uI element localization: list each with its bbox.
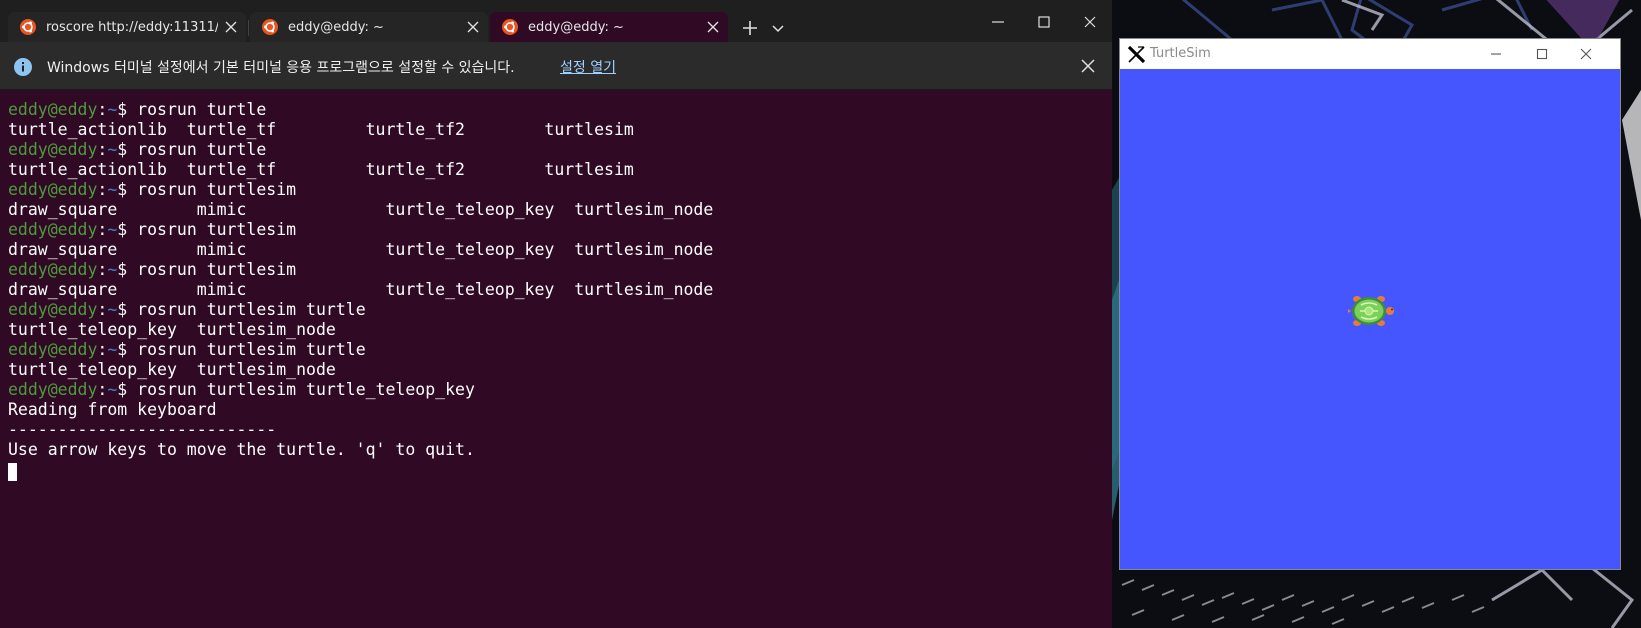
prompt-line: eddy@eddy:~$ rosrun turtlesim bbox=[8, 180, 1112, 200]
prompt-colon: : bbox=[97, 300, 108, 319]
prompt-line: eddy@eddy:~$ rosrun turtlesim turtle_tel… bbox=[8, 380, 1112, 400]
prompt-line: eddy@eddy:~$ rosrun turtle bbox=[8, 100, 1112, 120]
prompt-user: eddy@eddy bbox=[8, 340, 98, 359]
prompt-path: ~ bbox=[107, 100, 118, 119]
prompt-line: eddy@eddy:~$ rosrun turtlesim bbox=[8, 260, 1112, 280]
command-text: rosrun turtlesim turtle bbox=[127, 340, 366, 359]
prompt-path: ~ bbox=[107, 340, 118, 359]
prompt-colon: : bbox=[97, 180, 108, 199]
window-title: TurtleSim bbox=[1150, 46, 1211, 61]
info-bar: Windows 터미널 설정에서 기본 터미널 응용 프로그램으로 설정할 수 … bbox=[0, 42, 1112, 90]
prompt-path: ~ bbox=[107, 380, 118, 399]
console-lines: eddy@eddy:~$ rosrun turtle turtle_actionl… bbox=[8, 100, 1112, 460]
prompt-user: eddy@eddy bbox=[8, 380, 98, 399]
x11-icon bbox=[1128, 46, 1145, 63]
output-line: Reading from keyboard bbox=[8, 400, 217, 419]
command-text: rosrun turtlesim turtle bbox=[127, 300, 366, 319]
prompt-dollar: $ bbox=[117, 340, 128, 359]
close-icon[interactable] bbox=[706, 20, 720, 34]
prompt-user: eddy@eddy bbox=[8, 180, 98, 199]
prompt-path: ~ bbox=[107, 260, 118, 279]
prompt-path: ~ bbox=[107, 220, 118, 239]
text-cursor bbox=[8, 462, 17, 481]
prompt-user: eddy@eddy bbox=[8, 220, 98, 239]
output-line: turtle_actionlib turtle_tf turtle_tf2 tu… bbox=[8, 120, 634, 139]
output-line: draw_square mimic turtle_teleop_key turt… bbox=[8, 240, 714, 259]
prompt-user: eddy@eddy bbox=[8, 100, 98, 119]
prompt-colon: : bbox=[97, 260, 108, 279]
turtle-icon bbox=[1348, 296, 1394, 326]
turtlesim-window: TurtleSim bbox=[1119, 38, 1621, 570]
prompt-dollar: $ bbox=[117, 300, 128, 319]
prompt-dollar: $ bbox=[117, 260, 128, 279]
tab-eddy-2[interactable]: eddy@eddy: ~ bbox=[490, 12, 728, 42]
command-text: rosrun turtle bbox=[127, 140, 267, 159]
output-line: --------------------------- bbox=[8, 420, 277, 439]
tab-label: eddy@eddy: ~ bbox=[528, 19, 624, 35]
tab-label: eddy@eddy: ~ bbox=[288, 19, 384, 35]
command-text: rosrun turtle bbox=[127, 100, 267, 119]
cursor-line bbox=[8, 460, 1112, 481]
prompt-path: ~ bbox=[107, 300, 118, 319]
close-icon[interactable] bbox=[1576, 44, 1596, 64]
command-text: rosrun turtlesim bbox=[127, 180, 297, 199]
minimize-icon[interactable] bbox=[986, 10, 1010, 34]
prompt-user: eddy@eddy bbox=[8, 300, 98, 319]
tab-label: roscore http://eddy:11311/ bbox=[46, 19, 218, 35]
open-settings-link[interactable]: 설정 열기 bbox=[560, 57, 616, 77]
tab-separator bbox=[248, 20, 249, 36]
ubuntu-icon bbox=[502, 19, 518, 35]
prompt-path: ~ bbox=[107, 140, 118, 159]
prompt-colon: : bbox=[97, 140, 108, 159]
maximize-icon[interactable] bbox=[1032, 10, 1056, 34]
prompt-colon: : bbox=[97, 100, 108, 119]
tab-bar: roscore http://eddy:11311/ eddy@eddy: ~ … bbox=[0, 0, 1112, 42]
prompt-colon: : bbox=[97, 340, 108, 359]
maximize-icon[interactable] bbox=[1532, 44, 1552, 64]
output-line: turtle_actionlib turtle_tf turtle_tf2 tu… bbox=[8, 160, 634, 179]
close-icon[interactable] bbox=[1080, 58, 1096, 74]
tab-eddy-1[interactable]: eddy@eddy: ~ bbox=[250, 12, 488, 42]
output-line: draw_square mimic turtle_teleop_key turt… bbox=[8, 280, 714, 299]
info-message: Windows 터미널 설정에서 기본 터미널 응용 프로그램으로 설정할 수 … bbox=[47, 60, 515, 76]
output-line: Use arrow keys to move the turtle. 'q' t… bbox=[8, 440, 475, 459]
plus-icon[interactable] bbox=[738, 16, 762, 40]
output-line: draw_square mimic turtle_teleop_key turt… bbox=[8, 200, 714, 219]
turtlesim-canvas[interactable] bbox=[1120, 69, 1620, 569]
terminal-console[interactable]: eddy@eddy:~$ rosrun turtle turtle_actionl… bbox=[0, 92, 1112, 628]
prompt-line: eddy@eddy:~$ rosrun turtle bbox=[8, 140, 1112, 160]
terminal-window: roscore http://eddy:11311/ eddy@eddy: ~ … bbox=[0, 0, 1112, 628]
output-line: turtle_teleop_key turtlesim_node bbox=[8, 360, 336, 379]
turtlesim-titlebar[interactable]: TurtleSim bbox=[1120, 39, 1620, 69]
ubuntu-icon bbox=[262, 19, 278, 35]
command-text: rosrun turtlesim bbox=[127, 220, 297, 239]
prompt-dollar: $ bbox=[117, 100, 128, 119]
prompt-line: eddy@eddy:~$ rosrun turtlesim bbox=[8, 220, 1112, 240]
command-text: rosrun turtlesim bbox=[127, 260, 297, 279]
prompt-dollar: $ bbox=[117, 220, 128, 239]
output-line: turtle_teleop_key turtlesim_node bbox=[8, 320, 336, 339]
minimize-icon[interactable] bbox=[1486, 44, 1506, 64]
command-text: rosrun turtlesim turtle_teleop_key bbox=[127, 380, 475, 399]
prompt-user: eddy@eddy bbox=[8, 260, 98, 279]
chevron-down-icon[interactable] bbox=[770, 18, 786, 38]
prompt-line: eddy@eddy:~$ rosrun turtlesim turtle bbox=[8, 340, 1112, 360]
tab-roscore[interactable]: roscore http://eddy:11311/ bbox=[8, 12, 246, 42]
prompt-colon: : bbox=[97, 380, 108, 399]
info-icon bbox=[14, 58, 32, 76]
close-icon[interactable] bbox=[1078, 10, 1102, 34]
close-icon[interactable] bbox=[466, 20, 480, 34]
prompt-dollar: $ bbox=[117, 180, 128, 199]
close-icon[interactable] bbox=[224, 20, 238, 34]
prompt-line: eddy@eddy:~$ rosrun turtlesim turtle bbox=[8, 300, 1112, 320]
prompt-path: ~ bbox=[107, 180, 118, 199]
prompt-colon: : bbox=[97, 220, 108, 239]
prompt-user: eddy@eddy bbox=[8, 140, 98, 159]
prompt-dollar: $ bbox=[117, 140, 128, 159]
ubuntu-icon bbox=[20, 19, 36, 35]
prompt-dollar: $ bbox=[117, 380, 128, 399]
